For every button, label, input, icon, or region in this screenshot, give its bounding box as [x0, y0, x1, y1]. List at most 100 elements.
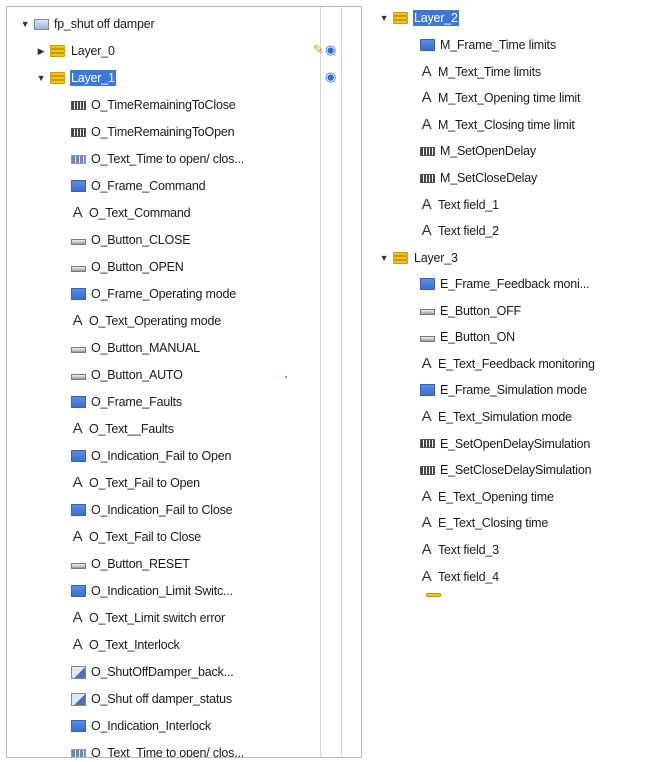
tree-item[interactable]: A E_Text_Simulation mode: [420, 405, 573, 429]
expand-arrow-icon[interactable]: ▶: [35, 46, 47, 57]
tree-item-label: O_Button_OPEN: [91, 260, 184, 274]
tree-item-label: O_Indication_Fail to Open: [91, 449, 232, 463]
tree-item[interactable]: A O_Text_Interlock: [71, 633, 181, 657]
tree-item[interactable]: A Text field_3: [420, 538, 500, 562]
button-icon: [71, 373, 86, 380]
tree-item[interactable]: O_Frame_Operating mode: [71, 282, 237, 306]
tree-item[interactable]: A E_Text_Feedback monitoring: [420, 352, 596, 376]
tree-item[interactable]: A E_Text_Opening time: [420, 485, 555, 509]
tree-item[interactable]: A Text field_1: [420, 193, 500, 217]
tree-item[interactable]: M_SetOpenDelay: [420, 139, 537, 163]
eye-icon[interactable]: ◉: [325, 42, 336, 58]
tree-item[interactable]: A O_Text_Fail to Open: [71, 471, 201, 495]
tree-item-label: M_Frame_Time limits: [440, 38, 556, 52]
tree-node-layer-0[interactable]: ▶ Layer_0: [35, 39, 116, 63]
tree-item[interactable]: O_Button_CLOSE: [71, 228, 191, 252]
tree-item[interactable]: A Text field_4: [420, 565, 500, 589]
tree-item-label: E_Text_Simulation mode: [438, 410, 572, 424]
tree-item[interactable]: O_Indication_Interlock: [71, 714, 212, 738]
tree-item[interactable]: A O_Text_Command: [71, 201, 191, 225]
tree-item[interactable]: O_Indication_Fail to Open: [71, 444, 232, 468]
tree-item[interactable]: A O_Text__Faults: [71, 417, 175, 441]
tree-item-label: O_Text_Fail to Open: [89, 476, 200, 490]
button-icon: [71, 562, 86, 569]
text-icon: A: [421, 115, 432, 133]
text-icon: A: [421, 222, 432, 240]
tree-item[interactable]: A O_Text_Operating mode: [71, 309, 222, 333]
tree-item[interactable]: O_Frame_Command: [71, 174, 206, 198]
tree-item-label: O_Indication_Limit Switc...: [91, 584, 233, 598]
column-divider: [320, 7, 321, 757]
tree-item[interactable]: O_Text_Time to open/ clos...: [71, 147, 245, 171]
tree-item[interactable]: A M_Text_Closing time limit: [420, 113, 576, 137]
tree-item[interactable]: O_Shut off damper_status: [71, 687, 233, 711]
tree-item[interactable]: A M_Text_Time limits: [420, 60, 542, 84]
text-icon: A: [421, 408, 432, 425]
eye-icon[interactable]: ◉: [325, 69, 336, 85]
tree-item[interactable]: O_Text_Time to open/ clos...: [71, 741, 245, 757]
tree-item[interactable]: O_Indication_Fail to Close: [71, 498, 233, 522]
rectangle-icon: [71, 288, 86, 300]
tree-item-label: O_Indication_Interlock: [91, 719, 211, 733]
tree-item-label: O_Shut off damper_status: [91, 692, 232, 706]
tree-node-layer-2[interactable]: ▼ Layer_2: [378, 6, 459, 30]
pencil-icon[interactable]: ✎: [313, 42, 324, 58]
button-icon: [420, 335, 435, 342]
tree-node-layer-3[interactable]: ▼ Layer_3: [378, 246, 459, 270]
tree-item[interactable]: M_Frame_Time limits: [420, 33, 557, 57]
tree-item-label: O_Button_AUTO: [91, 368, 183, 382]
tree-item[interactable]: O_TimeRemainingToOpen: [71, 120, 235, 144]
graphic-view-icon: [71, 692, 86, 706]
tree-item-label: Text field_4: [438, 569, 499, 584]
tree-item[interactable]: O_Button_RESET: [71, 552, 191, 576]
io-field-icon: [71, 100, 86, 110]
tree-item[interactable]: E_SetOpenDelaySimulation: [420, 432, 591, 456]
tree-node-screen[interactable]: ▼ fp_shut off damper: [19, 12, 155, 36]
rectangle-icon: [71, 450, 86, 462]
tree-item[interactable]: O_Frame_Faults: [71, 390, 183, 414]
tree-item[interactable]: E_Button_ON: [420, 325, 516, 349]
left-tree-panel: ▼ fp_shut off damper ▶ Layer_0 ✎ ◉ ▼ Lay…: [6, 6, 362, 758]
graphic-view-icon: [71, 665, 86, 679]
tree-item-label: O_Text__Faults: [89, 422, 174, 436]
text-icon: A: [421, 541, 432, 558]
tree-item-label: O_Text_Interlock: [89, 638, 180, 652]
tree-item[interactable]: O_Button_MANUAL: [71, 336, 201, 360]
tree-item[interactable]: A Text field_2: [420, 219, 500, 243]
button-icon: [71, 265, 86, 272]
tree-node-layer-1[interactable]: ▼ Layer_1: [35, 66, 116, 90]
tree-item[interactable]: A O_Text_Fail to Close: [71, 525, 202, 549]
tree-item[interactable]: M_SetCloseDelay: [420, 166, 538, 190]
collapse-arrow-icon[interactable]: ▼: [19, 19, 31, 29]
text-icon: A: [421, 514, 432, 532]
rectangle-icon: [420, 278, 435, 290]
tree-item-label: E_Frame_Feedback moni...: [440, 277, 590, 291]
rectangle-icon: [71, 396, 86, 408]
text-list-icon: [71, 748, 86, 757]
tree-item[interactable]: O_Button_OPEN: [71, 255, 185, 279]
collapse-arrow-icon[interactable]: ▼: [35, 73, 47, 83]
tree-item[interactable]: E_Button_OFF: [420, 299, 522, 323]
collapse-arrow-icon[interactable]: ▼: [378, 253, 390, 263]
tree-item[interactable]: A E_Text_Closing time: [420, 511, 549, 535]
tree-item[interactable]: A O_Text_Limit switch error: [71, 606, 226, 630]
tree-item[interactable]: E_SetCloseDelaySimulation: [420, 458, 592, 482]
right-tree-panel: ▼ Layer_2 M_Frame_Time limits A M_Text_Tim…: [362, 0, 655, 598]
tree-item[interactable]: E_Frame_Simulation mode: [420, 378, 588, 402]
tree-item[interactable]: O_Button_AUTO: [71, 363, 184, 387]
tree-item-label: E_Frame_Simulation mode: [440, 383, 587, 398]
rectangle-icon: [71, 585, 86, 597]
tree-item-label: O_Indication_Fail to Close: [91, 503, 233, 517]
tree-item[interactable]: O_Indication_Limit Switc...: [71, 579, 234, 603]
collapse-arrow-icon[interactable]: ▼: [378, 13, 390, 23]
tree-item[interactable]: O_ShutOffDamper_back...: [71, 660, 234, 684]
tree-item-label: M_SetCloseDelay: [440, 171, 538, 185]
tree-node-label: Layer_0: [71, 44, 115, 58]
io-field-icon: [420, 146, 435, 156]
tree-item[interactable]: E_Frame_Feedback moni...: [420, 272, 590, 296]
tree-item-label: O_Button_RESET: [91, 557, 190, 571]
io-field-icon: [420, 439, 435, 449]
rectangle-icon: [71, 504, 86, 516]
tree-item[interactable]: O_TimeRemainingToClose: [71, 93, 237, 117]
tree-item[interactable]: A M_Text_Opening time limit: [420, 86, 581, 110]
